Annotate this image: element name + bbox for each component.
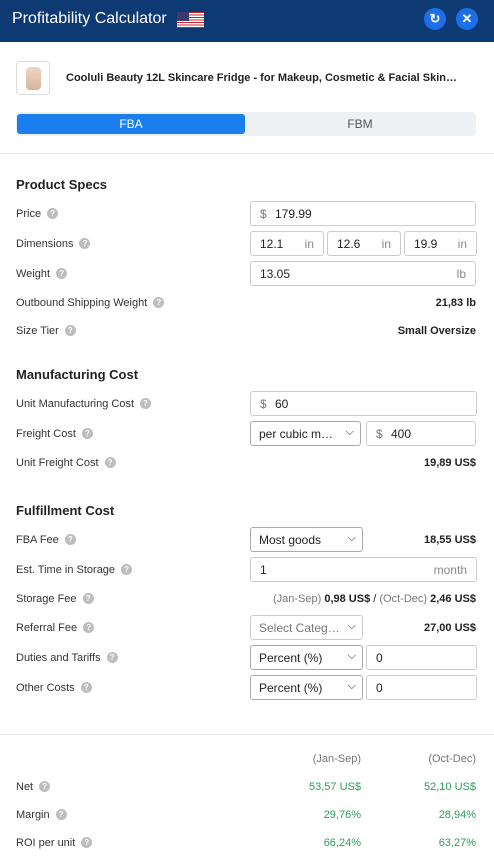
- unit-manufacturing-cost-label: Unit Manufacturing Cost?: [16, 398, 151, 410]
- help-icon[interactable]: ?: [47, 208, 59, 219]
- duties-value-input[interactable]: 0: [366, 645, 477, 670]
- help-icon[interactable]: ?: [140, 398, 151, 409]
- help-icon[interactable]: ?: [81, 428, 93, 439]
- roi-oct-dec-value: 63,27%: [438, 837, 476, 849]
- fba-fee-value: 18,55 US$: [424, 534, 476, 546]
- results-header-jan-sep: (Jan-Sep): [312, 753, 361, 765]
- unit-freight-cost-label: Unit Freight Cost?: [16, 457, 116, 469]
- divider: [0, 734, 494, 735]
- margin-jan-sep-value: 29,76%: [323, 809, 361, 821]
- net-label: Net?: [16, 781, 51, 793]
- dimension-length-input[interactable]: 12.1 in: [250, 231, 324, 256]
- chevron-down-icon: ⌵: [347, 650, 356, 662]
- help-icon[interactable]: ?: [64, 534, 76, 545]
- section-product-specs: Product Specs: [16, 177, 108, 192]
- outbound-weight-label: Outbound Shipping Weight?: [16, 297, 165, 309]
- dimensions-label: Dimensions?: [16, 238, 91, 250]
- freight-cost-label: Freight Cost?: [16, 428, 93, 440]
- margin-label: Margin?: [16, 809, 67, 821]
- roi-label: ROI per unit?: [16, 837, 93, 849]
- header-bar: Profitability Calculator ↻ ✕: [0, 0, 494, 42]
- referral-fee-value: 27,00 US$: [424, 622, 476, 634]
- help-icon[interactable]: ?: [121, 564, 133, 575]
- section-manufacturing-cost: Manufacturing Cost: [16, 367, 139, 382]
- net-jan-sep-value: 53,57 US$: [309, 781, 361, 793]
- app-title: Profitability Calculator: [12, 10, 167, 27]
- size-tier-value: Small Oversize: [397, 325, 476, 337]
- roi-jan-sep-value: 66,24%: [323, 837, 361, 849]
- other-costs-value-input[interactable]: 0: [366, 675, 477, 700]
- close-icon[interactable]: ✕: [456, 8, 478, 30]
- storage-fee-label: Storage Fee?: [16, 593, 94, 605]
- help-icon[interactable]: ?: [82, 593, 94, 604]
- divider: [0, 153, 494, 154]
- dimension-height-input[interactable]: 19.9 in: [404, 231, 477, 256]
- tab-fbm[interactable]: FBM: [246, 114, 474, 134]
- fulfillment-toggle: FBA FBM: [16, 112, 476, 136]
- other-costs-label: Other Costs?: [16, 682, 92, 694]
- help-icon[interactable]: ?: [153, 297, 165, 308]
- unit-freight-cost-value: 19,89 US$: [424, 457, 476, 469]
- chevron-down-icon: ⌵: [345, 426, 354, 438]
- help-icon[interactable]: ?: [55, 809, 67, 820]
- help-icon[interactable]: ?: [106, 652, 118, 663]
- outbound-weight-value: 21,83 lb: [435, 297, 476, 309]
- duties-type-select[interactable]: Percent (%) ⌵: [250, 645, 363, 670]
- other-costs-type-select[interactable]: Percent (%) ⌵: [250, 675, 363, 700]
- help-icon[interactable]: ?: [81, 837, 93, 848]
- product-title: Cooluli Beauty 12L Skincare Fridge - for…: [66, 72, 458, 84]
- product-image: [16, 61, 50, 95]
- price-label: Price?: [16, 208, 59, 220]
- net-oct-dec-value: 52,10 US$: [424, 781, 476, 793]
- help-icon[interactable]: ?: [79, 238, 91, 249]
- us-flag-icon: [177, 12, 204, 28]
- help-icon[interactable]: ?: [80, 682, 92, 693]
- dimension-width-input[interactable]: 12.6 in: [327, 231, 401, 256]
- referral-fee-label: Referral Fee?: [16, 622, 95, 634]
- help-icon[interactable]: ?: [39, 781, 51, 792]
- weight-label: Weight?: [16, 268, 68, 280]
- price-input[interactable]: $179.99: [250, 201, 476, 226]
- fba-fee-label: FBA Fee?: [16, 534, 76, 546]
- weight-input[interactable]: 13.05 lb: [250, 261, 476, 286]
- help-icon[interactable]: ?: [83, 622, 95, 633]
- storage-fee-value: (Jan-Sep) 0,98 US$ / (Oct-Dec) 2,46 US$: [272, 593, 476, 605]
- time-in-storage-label: Est. Time in Storage?: [16, 564, 133, 576]
- fba-fee-select[interactable]: Most goods ⌵: [250, 527, 363, 552]
- unit-manufacturing-cost-input[interactable]: $60: [250, 391, 477, 416]
- chevron-down-icon: ⌵: [347, 532, 356, 544]
- freight-mode-select[interactable]: per cubic m… ⌵: [250, 421, 361, 446]
- referral-category-select[interactable]: Select Categ… ⌵: [250, 615, 363, 640]
- help-icon[interactable]: ?: [56, 268, 68, 279]
- size-tier-label: Size Tier?: [16, 325, 76, 337]
- time-in-storage-input[interactable]: 1 month: [250, 557, 477, 582]
- chevron-down-icon: ⌵: [347, 680, 356, 692]
- results-header-oct-dec: (Oct-Dec): [428, 753, 476, 765]
- section-fulfillment-cost: Fulfillment Cost: [16, 503, 115, 518]
- freight-cost-input[interactable]: $400: [366, 421, 476, 446]
- tab-fba[interactable]: FBA: [17, 114, 245, 134]
- refresh-icon[interactable]: ↻: [424, 8, 446, 30]
- duties-tariffs-label: Duties and Tariffs?: [16, 652, 118, 664]
- chevron-down-icon: ⌵: [347, 620, 356, 632]
- help-icon[interactable]: ?: [64, 325, 76, 336]
- margin-oct-dec-value: 28,94%: [438, 809, 476, 821]
- help-icon[interactable]: ?: [104, 457, 116, 468]
